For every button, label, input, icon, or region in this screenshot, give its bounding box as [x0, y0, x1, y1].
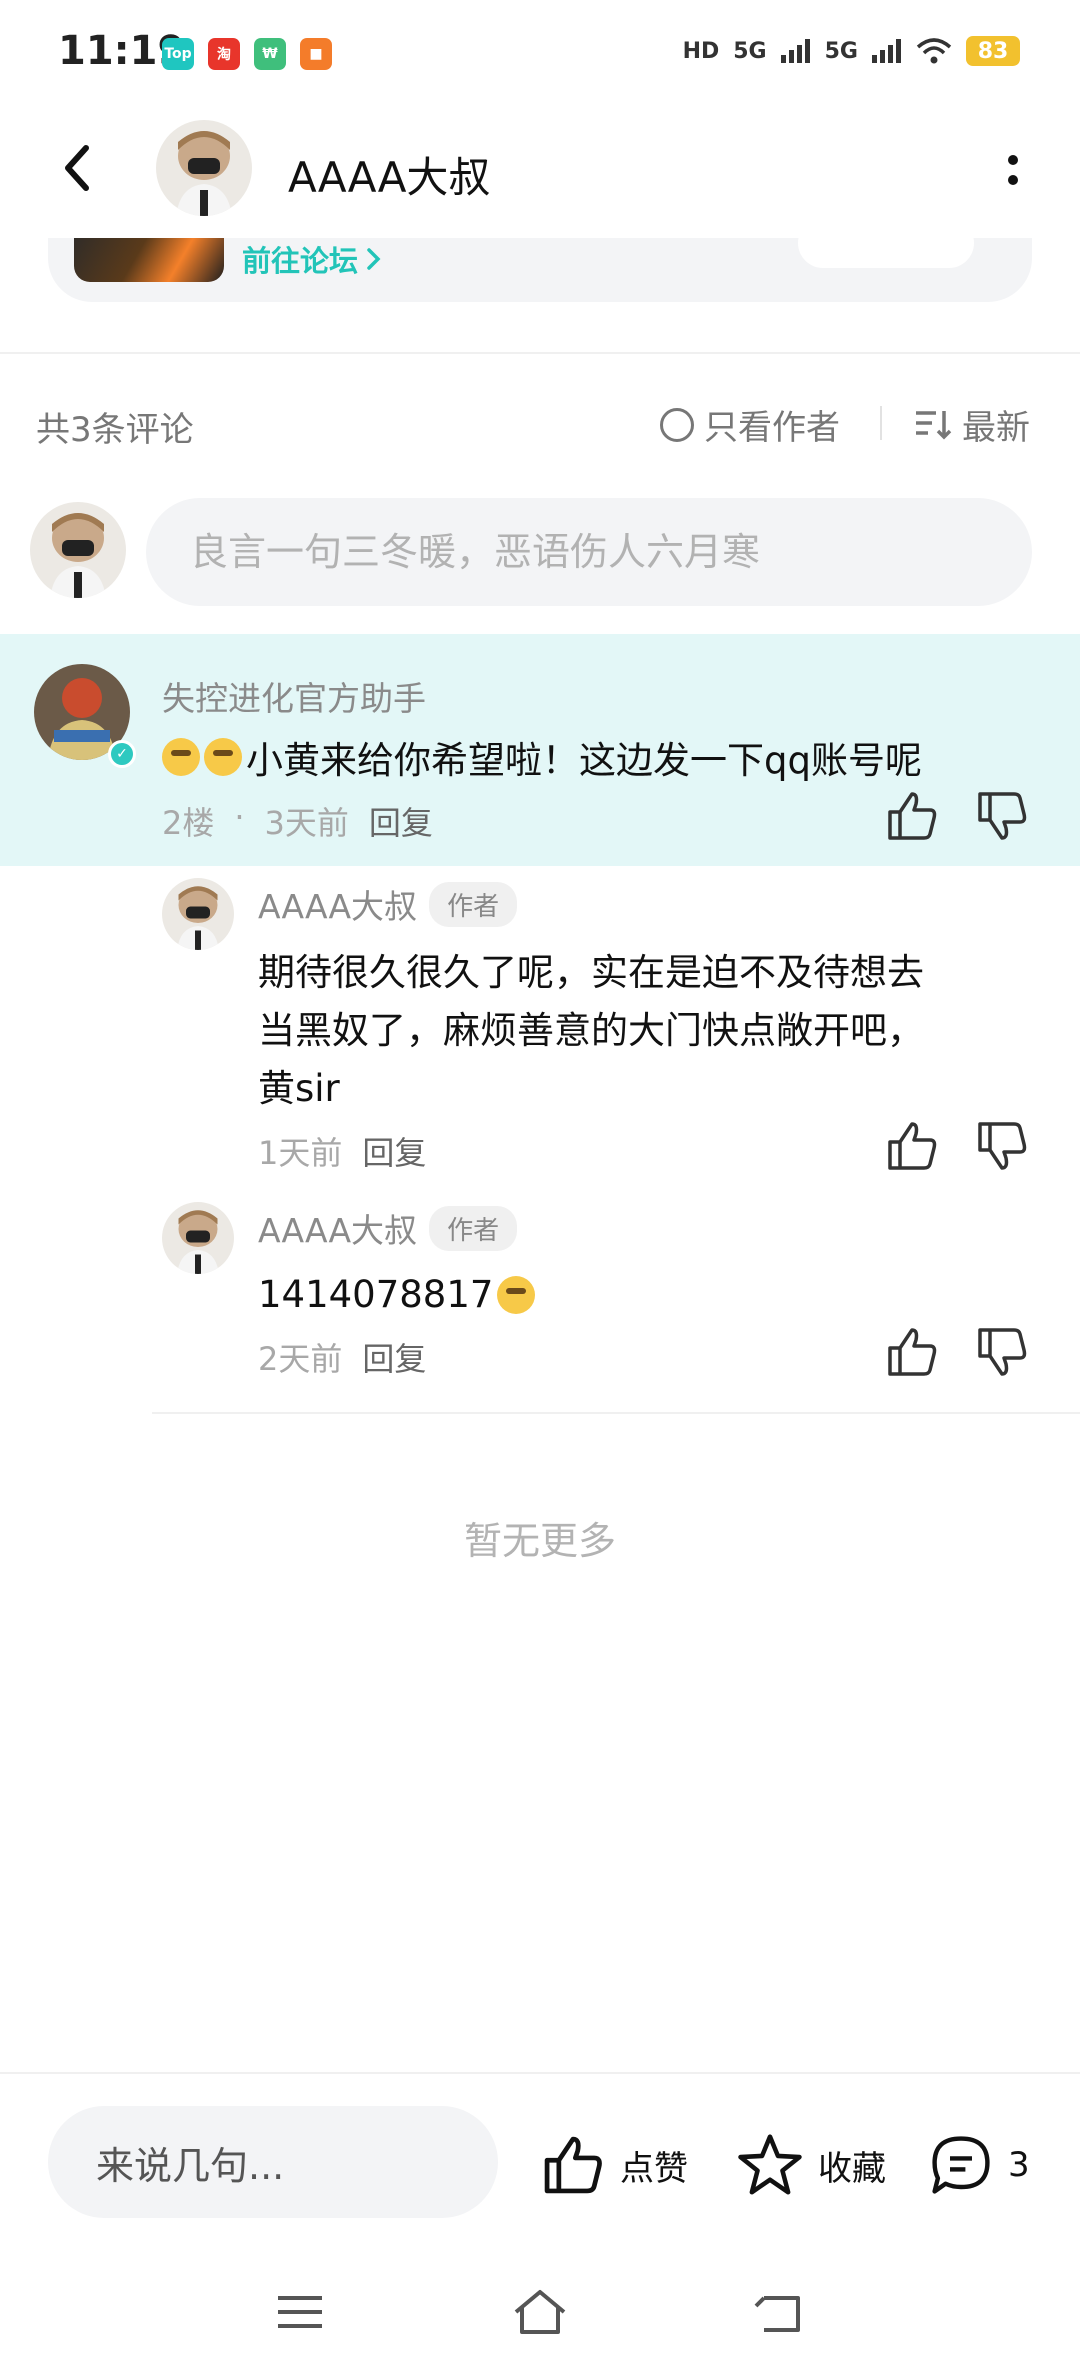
home-icon[interactable]	[510, 2284, 570, 2340]
header-title: AAAA大叔	[288, 153, 491, 202]
post-header: AAAA大叔	[0, 110, 1080, 238]
go-to-forum-link[interactable]: 前往论坛	[242, 238, 384, 280]
reply-button[interactable]: 回复	[362, 1128, 426, 1174]
author-only-label: 只看作者	[704, 408, 840, 448]
reply-text-line: 当黑奴了，麻烦善意的大门快点敞开吧，	[258, 1009, 924, 1052]
reply-avatar[interactable]	[162, 878, 234, 950]
like-label: 点赞	[620, 2148, 688, 2189]
signal-bars-icon-2	[872, 39, 901, 63]
reply-text: 期待很久很久了呢，实在是迫不及待想去 当黑奴了，麻烦善意的大门快点敞开吧， 黄s…	[258, 944, 924, 1118]
store-app-icon: ■	[300, 38, 332, 70]
top-app-icon: Top	[162, 38, 194, 70]
comment-bubble-icon	[932, 2136, 990, 2194]
star-icon	[738, 2134, 802, 2195]
comment-time: 3天前	[264, 804, 349, 842]
bottom-comment-input[interactable]: 来说几句...	[48, 2106, 498, 2218]
thumbs-up-icon[interactable]	[884, 1324, 940, 1380]
sort-button[interactable]: 最新	[914, 400, 1030, 449]
taobao-app-icon: 淘	[208, 38, 240, 70]
commenter-name[interactable]: 失控进化官方助手	[162, 672, 426, 720]
like-button[interactable]: 点赞	[540, 2132, 688, 2198]
favorite-label: 收藏	[818, 2148, 886, 2189]
status-app-icons: Top 淘 ₩ ■	[162, 38, 332, 70]
divider	[0, 352, 1080, 354]
comment-meta: 2楼 · 3天前 回复	[162, 798, 433, 844]
status-indicators: HD 5G 5G 83	[683, 36, 1020, 66]
comment-body: 小黄来给你希望啦！这边发一下qq账号呢	[246, 739, 922, 782]
thumbs-down-icon[interactable]	[974, 1118, 1030, 1174]
separator	[880, 406, 882, 440]
meta-dot: ·	[234, 798, 245, 836]
signal-bars-icon	[780, 39, 810, 63]
back-nav-icon[interactable]	[750, 2284, 810, 2340]
no-more-label: 暂无更多	[463, 1519, 616, 1563]
verified-badge-icon: ✓	[108, 740, 136, 768]
reply-body: 1414078817	[258, 1273, 494, 1316]
divider	[0, 2072, 1080, 2074]
comment-item: ✓ 失控进化官方助手 小黄来给你希望啦！这边发一下qq账号呢 2楼 · 3天前 …	[0, 634, 1080, 866]
forum-pill	[798, 238, 974, 268]
reply-text-line: 黄sir	[258, 1067, 340, 1110]
divider	[152, 1412, 1080, 1414]
chevron-right-icon	[367, 248, 381, 270]
signal-5g-icon-2: 5G	[824, 38, 858, 64]
reply-author-name[interactable]: AAAA大叔	[258, 880, 417, 928]
thumbs-up-icon[interactable]	[884, 788, 940, 844]
reply-avatar[interactable]	[162, 1202, 234, 1274]
comments-button[interactable]: 3	[928, 2132, 1030, 2198]
wallet-app-icon: ₩	[254, 38, 286, 70]
reply-button[interactable]: 回复	[369, 798, 433, 844]
comment-input[interactable]	[146, 498, 1032, 606]
reply-meta: 2天前 回复	[258, 1334, 426, 1380]
my-avatar	[30, 502, 126, 598]
reply-meta: 1天前 回复	[258, 1128, 426, 1174]
thumbs-down-icon[interactable]	[974, 1324, 1030, 1380]
menu-icon[interactable]	[270, 2284, 330, 2340]
reply-button[interactable]: 回复	[362, 1334, 426, 1380]
battery-icon: 83	[966, 36, 1020, 66]
radio-circle-icon	[660, 407, 694, 442]
reply-author: AAAA大叔 作者	[258, 1204, 518, 1252]
thumbs-up-icon[interactable]	[884, 1118, 940, 1174]
emoji-icon	[204, 738, 242, 776]
back-button[interactable]	[48, 136, 112, 200]
system-nav-bar	[0, 2262, 1080, 2362]
reply-text-line: 期待很久很久了呢，实在是迫不及待想去	[258, 951, 924, 994]
smile-emoji-icon	[497, 1276, 536, 1314]
author-tag: 作者	[429, 1205, 518, 1251]
sort-icon	[916, 410, 952, 439]
comment-count-badge: 3	[1008, 2145, 1030, 2185]
status-bar: 11:19 Top 淘 ₩ ■ HD 5G 5G 83	[0, 0, 1080, 110]
author-tag: 作者	[429, 881, 518, 927]
more-options-button[interactable]	[998, 146, 1028, 196]
forum-thumbnail	[74, 238, 224, 282]
thumbs-down-icon[interactable]	[974, 788, 1030, 844]
favorite-button[interactable]: 收藏	[736, 2132, 886, 2198]
sort-label: 最新	[962, 408, 1030, 448]
comment-text: 小黄来给你希望啦！这边发一下qq账号呢	[162, 730, 922, 784]
author-only-toggle[interactable]: 只看作者	[660, 400, 840, 449]
forum-card[interactable]: 前往论坛	[48, 238, 1032, 302]
floor-number: 2楼	[162, 804, 215, 842]
signal-5g-icon: 5G	[733, 38, 767, 64]
comment-count: 共3条评论	[36, 410, 194, 450]
wifi-icon	[916, 38, 952, 64]
thumbs-up-icon	[544, 2136, 602, 2194]
hd-icon: HD	[682, 38, 720, 64]
reply-author: AAAA大叔 作者	[258, 880, 518, 928]
reply-author-name[interactable]: AAAA大叔	[258, 1204, 417, 1252]
author-avatar[interactable]	[156, 120, 252, 216]
reply-time: 1天前	[258, 1134, 343, 1172]
go-to-forum-label: 前往论坛	[242, 244, 359, 278]
emoji-icon	[162, 738, 200, 776]
reply-time: 2天前	[258, 1340, 343, 1378]
reply-text: 1414078817	[258, 1266, 539, 1324]
